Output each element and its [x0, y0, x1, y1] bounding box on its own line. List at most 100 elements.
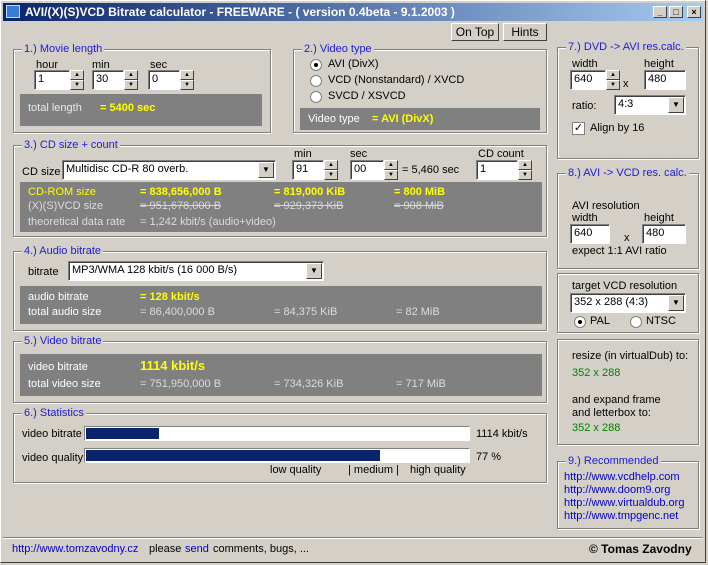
vcd-option-label[interactable]: VCD (Nonstandard) / XVCD [328, 74, 464, 86]
audio-size-label: total audio size [28, 306, 102, 318]
cd-min-label: min [294, 148, 312, 160]
cd-size-label: CD size [22, 166, 61, 178]
ratio-select[interactable]: 4:3 ▼ [614, 95, 686, 115]
avi-radio[interactable] [310, 59, 322, 71]
video-panel: video bitrate 1114 kbit/s total video si… [20, 354, 542, 396]
audio-panel: audio bitrate = 128 kbit/s total audio s… [20, 286, 542, 324]
min-input[interactable]: 30 [92, 70, 124, 90]
cd-sec-input[interactable]: 00 [350, 160, 384, 180]
low-quality-label: low quality [270, 464, 322, 476]
dvd-height-input[interactable]: 480 [644, 70, 686, 90]
movie-length-legend: 1.) Movie length [22, 43, 105, 55]
dvd-avi-group: 7.) DVD -> AVI res.calc. width 640 ▲ ▼ x … [557, 41, 699, 159]
cdrom-size-bytes: = 838,656,000 B [140, 186, 222, 198]
video-type-value: = AVI (DivX) [372, 113, 434, 125]
vcd-radio[interactable] [310, 75, 322, 87]
hints-button[interactable]: Hints [503, 23, 547, 41]
target-vcd-value: 352 x 288 (4:3) [574, 296, 648, 308]
video-type-label: Video type [308, 113, 360, 125]
chevron-down-icon[interactable]: ▼ [668, 97, 684, 113]
send-link[interactable]: send [185, 543, 209, 555]
recommended-legend: 9.) Recommended [566, 455, 661, 467]
link-doom9[interactable]: http://www.doom9.org [564, 484, 670, 496]
align-label[interactable]: Align by 16 [590, 122, 644, 134]
audio-size-kib: = 84,375 KiB [274, 306, 338, 318]
audio-bitrate-value: MP3/WMA 128 kbit/s (16 000 B/s) [72, 264, 238, 276]
link-tmpgenc[interactable]: http://www.tmpgenc.net [564, 510, 678, 522]
window-title: AVI/(X)(S)VCD Bitrate calculator - FREEW… [25, 5, 455, 19]
cd-count-input[interactable]: 1 [476, 160, 518, 180]
dvd-height-label: height [644, 58, 674, 70]
dvd-width-label: width [572, 58, 598, 70]
total-length-value: = 5400 sec [100, 102, 156, 114]
align-checkbox[interactable]: ✓ [572, 122, 585, 135]
dvd-width-input[interactable]: 640 [570, 70, 606, 90]
total-length-label: total length [28, 102, 82, 114]
cd-size-legend: 3.) CD size + count [22, 139, 120, 151]
video-quality-bar-fill [86, 450, 380, 461]
high-quality-label: high quality [410, 464, 466, 476]
link-virtualdub[interactable]: http://www.virtualdub.org [564, 497, 684, 509]
ntsc-label[interactable]: NTSC [646, 315, 676, 327]
video-bitrate-legend: 5.) Video bitrate [22, 335, 104, 347]
sec-spinner[interactable]: ▲ ▼ [180, 70, 194, 90]
hour-spinner[interactable]: ▲ ▼ [70, 70, 84, 90]
cd-min-spinner[interactable]: ▲ ▼ [324, 160, 338, 180]
target-vcd-label: target VCD resolution [572, 280, 678, 292]
dvd-width-spinner[interactable]: ▲ ▼ [606, 70, 620, 90]
video-bitrate-group: 5.) Video bitrate video bitrate 1114 kbi… [13, 335, 547, 403]
avi-width-input[interactable]: 640 [570, 224, 610, 244]
svcd-radio[interactable] [310, 91, 322, 103]
resize-value: 352 x 288 [572, 367, 621, 379]
chevron-down-icon[interactable]: ▼ [668, 295, 684, 311]
minimize-button[interactable]: _ [653, 6, 667, 18]
app-icon [6, 5, 20, 18]
ntsc-radio[interactable] [630, 316, 642, 328]
avi-height-input[interactable]: 480 [642, 224, 686, 244]
vcd-size-bytes: = 951,678,000 B [140, 200, 222, 212]
chevron-down-icon[interactable]: ▼ [258, 162, 274, 178]
cd-count-label: CD count [478, 148, 524, 160]
target-vcd-select[interactable]: 352 x 288 (4:3) ▼ [570, 293, 686, 313]
cd-min-input[interactable]: 91 [292, 160, 324, 180]
avi-option-label[interactable]: AVI (DivX) [328, 58, 379, 70]
stats-video-bitrate-value: 1114 kbit/s [476, 428, 528, 440]
svcd-option-label[interactable]: SVCD / XSVCD [328, 90, 406, 102]
expand-label-1: and expand frame [572, 394, 661, 406]
min-spinner[interactable]: ▲ ▼ [124, 70, 138, 90]
chevron-down-icon[interactable]: ▼ [306, 263, 322, 279]
pal-radio[interactable] [574, 316, 586, 328]
audio-size-mib: = 82 MiB [396, 306, 440, 318]
audio-size-bytes: = 86,400,000 B [140, 306, 215, 318]
stats-video-quality-value: 77 % [476, 451, 502, 463]
sec-input[interactable]: 0 [148, 70, 180, 90]
expand-value: 352 x 288 [572, 422, 621, 434]
audio-bitrate-select[interactable]: MP3/WMA 128 kbit/s (16 000 B/s) ▼ [68, 261, 324, 281]
cd-count-spinner[interactable]: ▲ ▼ [518, 160, 532, 180]
pal-label[interactable]: PAL [590, 315, 610, 327]
maximize-button[interactable]: □ [669, 6, 683, 18]
cdrom-size-mib: = 800 MiB [394, 186, 446, 198]
cdrom-size-label: CD-ROM size [28, 186, 96, 198]
avi-times-label: x [624, 232, 630, 244]
stats-video-bitrate-label: video bitrate [22, 428, 82, 440]
expect-ratio-label: expect 1:1 AVI ratio [572, 245, 667, 257]
cd-size-group: 3.) CD size + count CD size Multidisc CD… [13, 139, 547, 237]
comments-text: comments, bugs, ... [213, 543, 309, 555]
avi-vcd-legend: 8.) AVI -> VCD res. calc. [566, 167, 689, 179]
link-vcdhelp[interactable]: http://www.vcdhelp.com [564, 471, 680, 483]
target-vcd-group: target VCD resolution 352 x 288 (4:3) ▼ … [557, 273, 699, 333]
please-text: please [149, 543, 182, 555]
cd-size-select[interactable]: Multidisc CD-R 80 overb. ▼ [62, 160, 276, 180]
hour-input[interactable]: 1 [34, 70, 70, 90]
close-button[interactable]: × [687, 6, 701, 18]
homepage-link[interactable]: http://www.tomzavodny.cz [12, 543, 138, 555]
medium-quality-label: | medium | [348, 464, 399, 476]
video-type-group: 2.) Video type AVI (DivX) VCD (Nonstanda… [293, 43, 547, 133]
cd-sec-spinner[interactable]: ▲ ▼ [384, 160, 398, 180]
video-size-mib: = 717 MiB [396, 378, 446, 390]
video-size-kib: = 734,326 KiB [274, 378, 344, 390]
statistics-legend: 6.) Statistics [22, 407, 86, 419]
on-top-button[interactable]: On Top [451, 23, 499, 41]
vcd-size-mib: = 908 MiB [394, 200, 444, 212]
